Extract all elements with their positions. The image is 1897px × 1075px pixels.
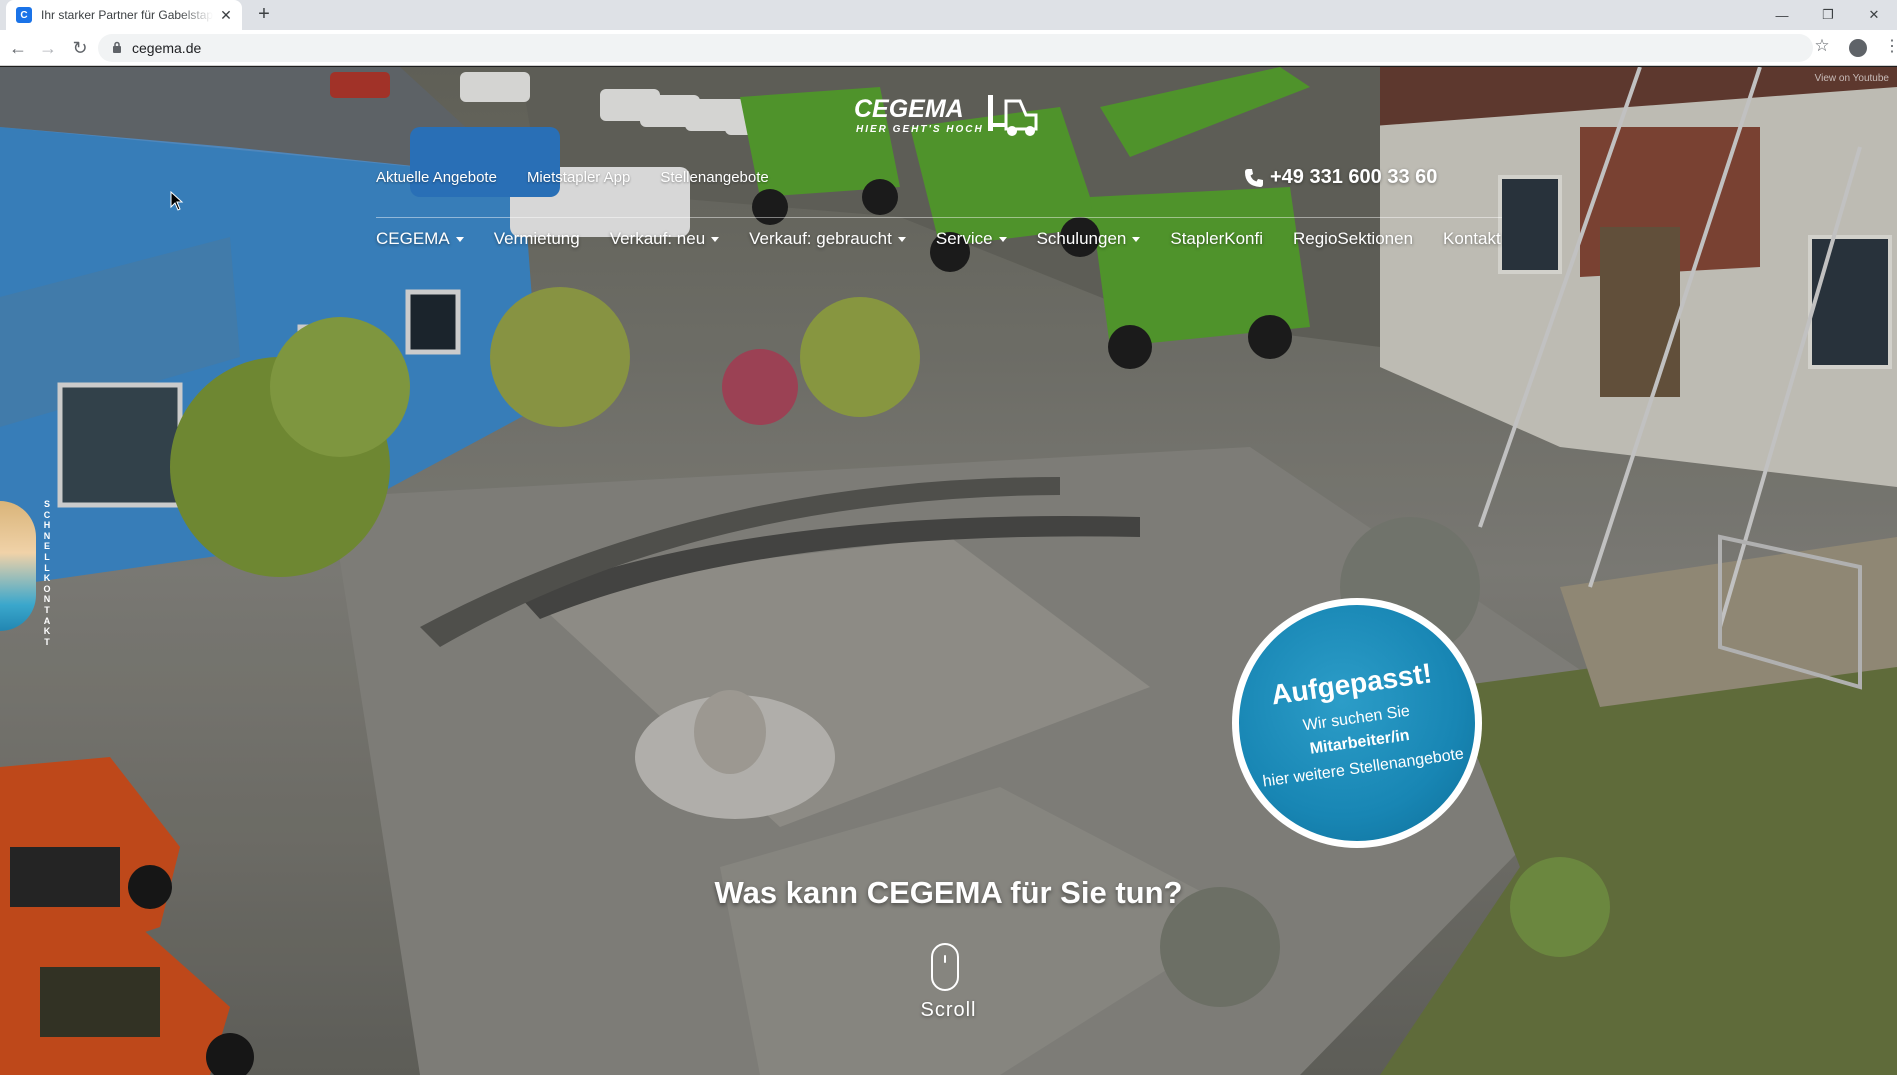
- nav-schulungen[interactable]: Schulungen: [1037, 229, 1141, 249]
- nav-regiosektionen[interactable]: RegioSektionen: [1293, 229, 1413, 249]
- caret-down-icon: [998, 237, 1007, 243]
- back-button[interactable]: ←: [6, 36, 30, 60]
- phone-link[interactable]: +49 331 600 33 60: [1244, 166, 1437, 189]
- caret-down-icon: [455, 237, 464, 243]
- hero-headline: Was kann CEGEMA für Sie tun?: [714, 875, 1183, 910]
- forklift-logo-icon: [988, 95, 1038, 136]
- tab-title: Ihr starker Partner für Gabelstapler: [41, 8, 213, 22]
- cegema-logo[interactable]: CEGEMA HIER GEHT'S HOCH: [854, 93, 1040, 139]
- new-tab-button[interactable]: +: [252, 3, 276, 27]
- address-bar[interactable]: cegema.de: [98, 34, 1813, 62]
- restore-button[interactable]: ❐: [1805, 0, 1851, 30]
- browser-tabstrip: C Ihr starker Partner für Gabelstapler ✕…: [0, 0, 1897, 30]
- scroll-mouse-icon[interactable]: [931, 943, 959, 991]
- nav-label: CEGEMA: [376, 229, 450, 248]
- logo-wordmark: CEGEMA: [854, 95, 964, 123]
- job-offer-badge[interactable]: Aufgepasst! Wir suchen Sie Mitarbeiter/i…: [1223, 589, 1491, 857]
- browser-toolbar: ← → ↻ cegema.de ☆ ⋮: [0, 30, 1897, 66]
- window-close-button[interactable]: ✕: [1851, 0, 1897, 30]
- mouse-wheel-dot: [944, 955, 946, 963]
- caret-down-icon: [711, 237, 720, 243]
- profile-avatar-icon[interactable]: [1849, 39, 1867, 57]
- nav-divider: [376, 217, 1502, 218]
- nav-label: Schulungen: [1036, 229, 1127, 248]
- scroll-label[interactable]: Scroll: [0, 999, 1897, 1022]
- top-navigation: Aktuelle Angebote Mietstapler App Stelle…: [376, 169, 799, 186]
- window-controls: — ❐ ✕: [1759, 0, 1897, 30]
- browser-menu-icon[interactable]: ⋮: [1884, 36, 1897, 56]
- lock-icon: [112, 41, 122, 56]
- youtube-link[interactable]: View on Youtube: [1815, 73, 1889, 84]
- nav-kontakt[interactable]: Kontakt: [1443, 229, 1501, 249]
- tab-close-icon[interactable]: ✕: [218, 7, 234, 24]
- nav-cegema[interactable]: CEGEMA: [376, 229, 464, 249]
- forward-button[interactable]: →: [36, 36, 60, 60]
- nav-label: Verkauf: neu: [609, 229, 706, 248]
- reload-button[interactable]: ↻: [68, 36, 92, 60]
- nav-label: RegioSektionen: [1293, 229, 1414, 248]
- caret-down-icon: [897, 237, 906, 243]
- nav-label: Vermietung: [493, 229, 580, 248]
- caret-down-icon: [1132, 237, 1141, 243]
- badge-line-3: hier weitere Stellenangebote: [1261, 745, 1465, 791]
- topnav-aktuelle-angebote[interactable]: Aktuelle Angebote: [376, 169, 497, 186]
- phone-number: +49 331 600 33 60: [1270, 166, 1438, 188]
- topnav-mietstapler-app[interactable]: Mietstapler App: [527, 169, 630, 186]
- hero-section: View on Youtube CEGEMA HIER GEHT'S HOCH …: [0, 67, 1897, 1075]
- quick-contact-label: SCHNELLKONTAKT: [43, 499, 51, 647]
- logo-tagline: HIER GEHT'S HOCH: [856, 124, 984, 135]
- quick-contact-tab[interactable]: SCHNELLKONTAKT: [0, 477, 54, 649]
- badge-title: Aufgepasst!: [1269, 657, 1434, 711]
- nav-label: Verkauf: gebraucht: [749, 229, 892, 248]
- topnav-stellenangebote[interactable]: Stellenangebote: [660, 169, 768, 186]
- nav-verkauf-neu[interactable]: Verkauf: neu: [609, 229, 720, 249]
- browser-tab[interactable]: C Ihr starker Partner für Gabelstapler ✕: [6, 0, 242, 30]
- phone-icon: [1245, 168, 1263, 187]
- hero-overlay: [0, 67, 1897, 1075]
- nav-verkauf-gebraucht[interactable]: Verkauf: gebraucht: [749, 229, 906, 249]
- nav-label: Kontakt: [1443, 229, 1501, 248]
- site-favicon-icon: C: [16, 7, 32, 23]
- bookmark-star-icon[interactable]: ☆: [1810, 36, 1834, 56]
- contact-person-photo: [0, 501, 36, 631]
- nav-staplerkonfi[interactable]: StaplerKonfi: [1170, 229, 1263, 249]
- minimize-button[interactable]: —: [1759, 0, 1805, 30]
- nav-vermietung[interactable]: Vermietung: [494, 229, 580, 249]
- url-text: cegema.de: [132, 40, 202, 56]
- mouse-cursor-icon: [170, 191, 184, 211]
- nav-service[interactable]: Service: [936, 229, 1007, 249]
- nav-label: StaplerKonfi: [1170, 229, 1263, 248]
- nav-label: Service: [935, 229, 993, 248]
- main-navigation: CEGEMA Vermietung Verkauf: neu Verkauf: …: [376, 229, 1531, 249]
